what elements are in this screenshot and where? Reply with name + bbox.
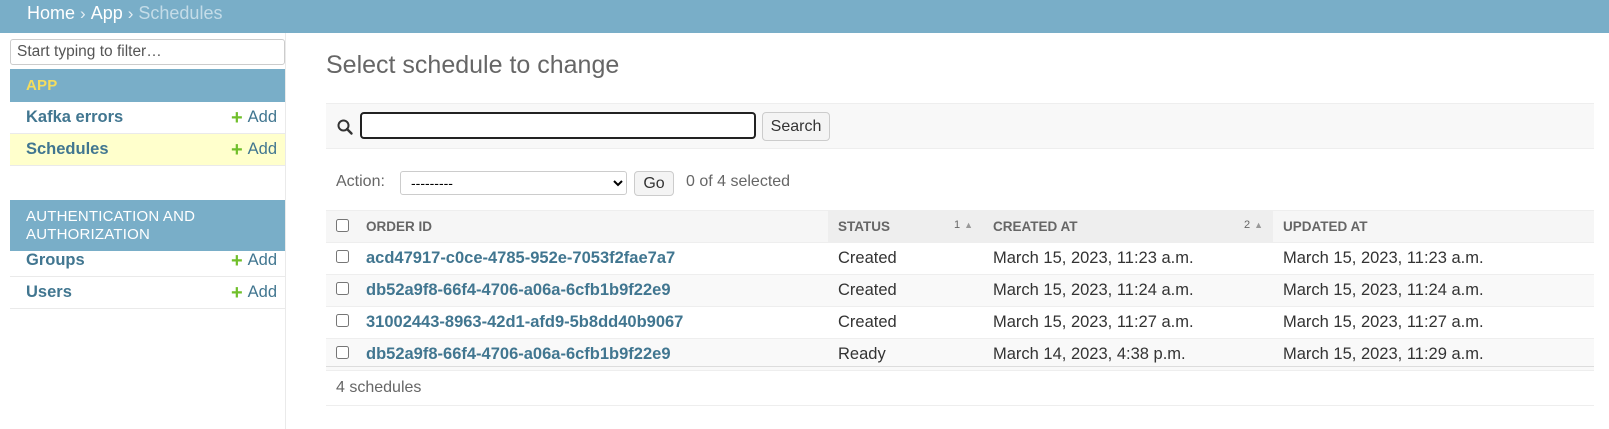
sort-priority: 2 [1243,219,1251,231]
breadcrumb-separator: › [127,4,134,23]
row-select-cell [326,242,356,275]
add-label: Add [247,108,277,126]
sidebar-item-kafka-errors: Kafka errors + Add [10,102,285,134]
created-at-cell: March 15, 2023, 11:27 a.m. [983,306,1273,339]
status-cell: Created [828,274,983,307]
sort-ascending-icon: ▲ [964,220,973,230]
column-label: Status [838,219,890,234]
table-row: acd47917-c0ce-4785-952e-7053f2fae7a7 Cre… [326,242,1594,275]
row-checkbox[interactable] [336,282,349,295]
row-select-cell [326,306,356,339]
module-caption-auth[interactable]: AUTHENTICATION AND AUTHORIZATION [10,200,285,251]
module-caption-app[interactable]: APP [10,69,285,102]
action-select[interactable]: --------- [400,171,627,195]
row-checkbox[interactable] [336,346,349,359]
sort-indicator[interactable]: 1 ▲ [954,219,973,231]
select-all-checkbox[interactable] [336,218,349,232]
breadcrumb-current: Schedules [138,3,223,23]
breadcrumb-home[interactable]: Home [27,3,75,23]
order-id-link[interactable]: 31002443-8963-42d1-afd9-5b8dd40b9067 [366,313,683,331]
add-label: Add [247,251,277,269]
sidebar-item-groups: Groups + Add [10,245,285,277]
plus-icon: + [230,138,243,161]
sidebar-item-schedules: Schedules + Add [10,134,285,166]
breadcrumb: Home › App › Schedules [27,3,222,24]
updated-at-cell: March 15, 2023, 11:23 a.m. [1273,242,1594,275]
row-checkbox[interactable] [336,250,349,263]
search-icon [337,119,353,135]
sidebar-item-label[interactable]: Schedules [26,140,109,159]
search-toolbar: Search [326,103,1594,149]
plus-icon: + [230,281,243,304]
sort-ascending-icon: ▲ [1254,220,1263,230]
search-input[interactable] [360,112,756,139]
results-table: Order ID Status 1 ▲ Created at 2 ▲ Updated… [326,210,1594,371]
created-at-cell: March 15, 2023, 11:24 a.m. [983,274,1273,307]
content-main: Select schedule to change Search Action:… [326,33,1609,429]
status-cell: Created [828,242,983,275]
breadcrumb-app[interactable]: App [91,3,123,23]
order-id-link[interactable]: db52a9f8-66f4-4706-a06a-6cfb1b9f22e9 [366,281,671,299]
sidebar-item-label[interactable]: Groups [26,251,85,270]
paginator: 4 schedules [326,366,1594,406]
search-button[interactable]: Search [762,112,830,141]
sort-indicator[interactable]: 2 ▲ [1244,219,1263,231]
status-cell: Created [828,306,983,339]
go-button[interactable]: Go [634,171,674,196]
add-label: Add [247,140,277,158]
action-label: Action: [336,173,385,190]
row-select-cell [326,274,356,307]
table-header-row: Order ID Status 1 ▲ Created at 2 ▲ Updated… [326,210,1594,243]
order-id-cell: db52a9f8-66f4-4706-a06a-6cfb1b9f22e9 [356,274,828,307]
column-header-status[interactable]: Status 1 ▲ [828,210,983,243]
selection-counter: 0 of 4 selected [686,173,791,190]
sidebar-item-users: Users + Add [10,277,285,309]
actions-bar: Action: --------- Go 0 of 4 selected [326,168,1026,198]
updated-at-cell: March 15, 2023, 11:27 a.m. [1273,306,1594,339]
add-label: Add [247,283,277,301]
order-id-cell: 31002443-8963-42d1-afd9-5b8dd40b9067 [356,306,828,339]
order-id-link[interactable]: db52a9f8-66f4-4706-a06a-6cfb1b9f22e9 [366,345,671,363]
sidebar-item-label[interactable]: Users [26,283,72,302]
plus-icon: + [230,249,243,272]
column-label: Order ID [366,219,433,234]
select-all-cell [326,210,356,243]
row-checkbox[interactable] [336,314,349,327]
add-kafka-error-link[interactable]: + Add [231,108,277,128]
add-schedule-link[interactable]: + Add [231,140,277,160]
sidebar-nav: APP Kafka errors +Add Schedules +Add AUT… [0,33,286,429]
column-header-updated-at[interactable]: Updated at [1273,210,1594,243]
top-header-bar: Home › App › Schedules [0,0,1609,33]
table-row: db52a9f8-66f4-4706-a06a-6cfb1b9f22e9 Cre… [326,274,1594,307]
column-header-order-id[interactable]: Order ID [356,210,828,243]
nav-filter-input[interactable] [10,39,285,65]
created-at-cell: March 15, 2023, 11:23 a.m. [983,242,1273,275]
sort-priority: 1 [953,219,961,231]
column-header-created-at[interactable]: Created at 2 ▲ [983,210,1273,243]
add-group-link[interactable]: + Add [231,251,277,271]
order-id-link[interactable]: acd47917-c0ce-4785-952e-7053f2fae7a7 [366,249,675,267]
sidebar-item-label[interactable]: Kafka errors [26,108,123,127]
table-row: 31002443-8963-42d1-afd9-5b8dd40b9067 Cre… [326,306,1594,339]
breadcrumb-separator: › [80,4,86,23]
page-title: Select schedule to change [326,51,620,79]
order-id-cell: acd47917-c0ce-4785-952e-7053f2fae7a7 [356,242,828,275]
column-label: Updated at [1283,219,1368,234]
plus-icon: + [230,106,243,129]
updated-at-cell: March 15, 2023, 11:24 a.m. [1273,274,1594,307]
column-label: Created at [993,219,1078,234]
add-user-link[interactable]: + Add [231,283,277,303]
